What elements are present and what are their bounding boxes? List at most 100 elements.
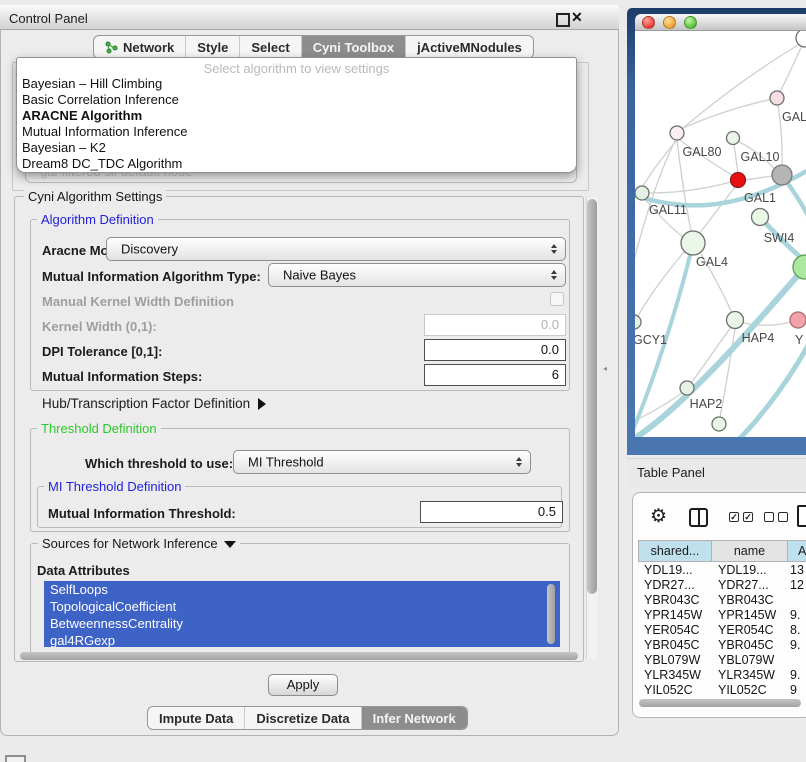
column-header-partial[interactable]: A bbox=[788, 540, 806, 562]
which-threshold-value: MI Threshold bbox=[248, 455, 324, 470]
select-all-checkbox-icon[interactable]: ✓ bbox=[729, 512, 739, 522]
node-gal4[interactable] bbox=[681, 231, 705, 255]
node-swi4[interactable] bbox=[752, 209, 769, 226]
manual-kernel-label: Manual Kernel Width Definition bbox=[42, 294, 234, 309]
node-partial-top[interactable] bbox=[796, 31, 806, 47]
cyni-bottom-tabbar: Impute Data Discretize Data Infer Networ… bbox=[147, 706, 468, 730]
sources-toggle[interactable]: Sources for Network Inference bbox=[38, 536, 240, 551]
node-gray[interactable] bbox=[772, 165, 792, 185]
tab-infer-network[interactable]: Infer Network bbox=[362, 707, 467, 729]
tab-select[interactable]: Select bbox=[240, 36, 301, 58]
table-row[interactable]: YER054C YER054C 8. bbox=[0, 623, 806, 638]
node-label: HAP4 bbox=[742, 331, 775, 345]
node-red[interactable] bbox=[731, 173, 746, 188]
tab-discretize-data[interactable]: Discretize Data bbox=[245, 707, 361, 729]
cell-value: 8. bbox=[790, 623, 806, 637]
aracne-mode-value: Discovery bbox=[121, 242, 178, 257]
select-all-checkbox-icon[interactable]: ✓ bbox=[743, 512, 753, 522]
mi-threshold-field[interactable]: 0.5 bbox=[420, 501, 563, 523]
new-table-icon[interactable] bbox=[797, 505, 806, 527]
node-bottom-partial[interactable] bbox=[712, 417, 726, 431]
node-gal80[interactable] bbox=[670, 126, 684, 140]
table-row[interactable]: YIL052C YIL052C 9 bbox=[0, 683, 806, 695]
algorithm-option[interactable]: Basic Correlation Inference bbox=[17, 92, 576, 108]
control-panel-titlebar[interactable] bbox=[0, 5, 619, 30]
column-header-shared-name[interactable]: shared... bbox=[638, 540, 712, 562]
deselect-all-checkbox-icon[interactable] bbox=[764, 512, 774, 522]
cell-value: 9. bbox=[790, 638, 806, 652]
network-canvas[interactable]: GAL GAL80 GAL10 GAL1 GAL11 SWI4 GAL4 GCY… bbox=[635, 31, 806, 437]
dpi-tolerance-field[interactable]: 0.0 bbox=[424, 339, 566, 361]
cell-shared-name: YDL19... bbox=[644, 563, 710, 577]
network-window-titlebar[interactable] bbox=[635, 14, 806, 31]
tab-cyni-toolbox[interactable]: Cyni Toolbox bbox=[302, 36, 406, 58]
algorithm-definition-title: Algorithm Definition bbox=[37, 212, 158, 227]
tab-impute-data-label: Impute Data bbox=[159, 711, 233, 726]
cell-name: YBL079W bbox=[718, 653, 784, 667]
algorithm-option[interactable]: Bayesian – K2 bbox=[17, 140, 576, 156]
algorithm-option[interactable]: Mutual Information Inference bbox=[17, 124, 576, 140]
tab-network[interactable]: Network bbox=[94, 36, 186, 58]
cell-name: YDL19... bbox=[718, 563, 784, 577]
node-label: Y bbox=[795, 333, 804, 347]
algorithm-option-selected[interactable]: ARACNE Algorithm bbox=[17, 108, 576, 124]
table-panel-title: Table Panel bbox=[637, 465, 705, 480]
tab-impute-data[interactable]: Impute Data bbox=[148, 707, 245, 729]
node-label: HAP2 bbox=[690, 397, 723, 411]
cell-shared-name: YBL079W bbox=[644, 653, 710, 667]
node-label: GAL4 bbox=[696, 255, 728, 269]
kernel-width-field[interactable]: 0.0 bbox=[424, 314, 566, 336]
maximize-traffic-light-icon[interactable] bbox=[684, 16, 697, 29]
tab-jactivemnodules[interactable]: jActiveMNodules bbox=[406, 36, 533, 58]
network-tab-icon bbox=[105, 41, 118, 54]
algorithm-dropdown-popup: Select algorithm to view settings Bayesi… bbox=[16, 57, 577, 173]
aracne-mode-combo[interactable]: Discovery bbox=[106, 237, 566, 261]
panel-splitter-handle[interactable]: ◂ bbox=[603, 365, 608, 372]
close-icon[interactable]: ✕ bbox=[571, 9, 583, 26]
node-gal-top[interactable] bbox=[770, 91, 784, 105]
node-hap2[interactable] bbox=[680, 381, 694, 395]
cell-name: YBR045C bbox=[718, 638, 784, 652]
tab-infer-network-label: Infer Network bbox=[373, 711, 456, 726]
table-hscrollbar-thumb[interactable] bbox=[639, 699, 801, 707]
node-hap4[interactable] bbox=[727, 312, 744, 329]
table-row[interactable]: YDR27... YDR27... 12 bbox=[0, 578, 806, 593]
table-row[interactable]: YBL079W YBL079W bbox=[0, 653, 806, 668]
cell-name: YBR043C bbox=[718, 593, 784, 607]
tab-style-label: Style bbox=[197, 40, 228, 55]
node-gcy1[interactable] bbox=[635, 315, 641, 329]
collapse-down-icon bbox=[224, 541, 236, 548]
algorithm-option[interactable]: Bayesian – Hill Climbing bbox=[17, 76, 576, 92]
manual-kernel-checkbox[interactable] bbox=[550, 292, 564, 306]
which-threshold-combo[interactable]: MI Threshold bbox=[233, 450, 531, 474]
node-label: GAL11 bbox=[649, 203, 687, 217]
node-label: GAL10 bbox=[741, 150, 780, 164]
float-window-icon[interactable] bbox=[556, 13, 570, 27]
table-row[interactable]: YBR043C YBR043C bbox=[0, 593, 806, 608]
hub-definition-toggle[interactable]: Hub/Transcription Factor Definition bbox=[42, 396, 266, 411]
settings-scrollbar-thumb[interactable] bbox=[587, 199, 597, 594]
dpi-tolerance-label: DPI Tolerance [0,1]: bbox=[42, 344, 162, 359]
table-row[interactable]: YBR045C YBR045C 9. bbox=[0, 638, 806, 653]
column-browser-icon[interactable] bbox=[689, 508, 708, 527]
node-gal11[interactable] bbox=[635, 186, 649, 200]
mi-steps-field[interactable]: 6 bbox=[424, 364, 566, 386]
table-row[interactable]: YLR345W YLR345W 9. bbox=[0, 668, 806, 683]
minimize-traffic-light-icon[interactable] bbox=[663, 16, 676, 29]
column-header-name[interactable]: name bbox=[712, 540, 788, 562]
tab-style[interactable]: Style bbox=[186, 36, 240, 58]
bottom-left-partial-icon bbox=[5, 755, 26, 762]
screen: Control Panel ✕ Network Style Select Cyn… bbox=[0, 0, 806, 762]
deselect-all-checkbox-icon[interactable] bbox=[778, 512, 788, 522]
node-gal10[interactable] bbox=[727, 132, 740, 145]
tab-discretize-data-label: Discretize Data bbox=[256, 711, 349, 726]
cell-value: 9. bbox=[790, 608, 806, 622]
node-pink-y[interactable] bbox=[790, 312, 806, 328]
close-traffic-light-icon[interactable] bbox=[642, 16, 655, 29]
table-row[interactable]: YPR145W YPR145W 9. bbox=[0, 608, 806, 623]
gear-icon[interactable]: ⚙ bbox=[650, 507, 667, 526]
table-row[interactable]: YDL19... YDL19... 13 bbox=[0, 563, 806, 578]
mi-type-combo[interactable]: Naive Bayes bbox=[268, 263, 566, 287]
cell-shared-name: YER054C bbox=[644, 623, 710, 637]
algorithm-option[interactable]: Dream8 DC_TDC Algorithm bbox=[17, 156, 576, 172]
